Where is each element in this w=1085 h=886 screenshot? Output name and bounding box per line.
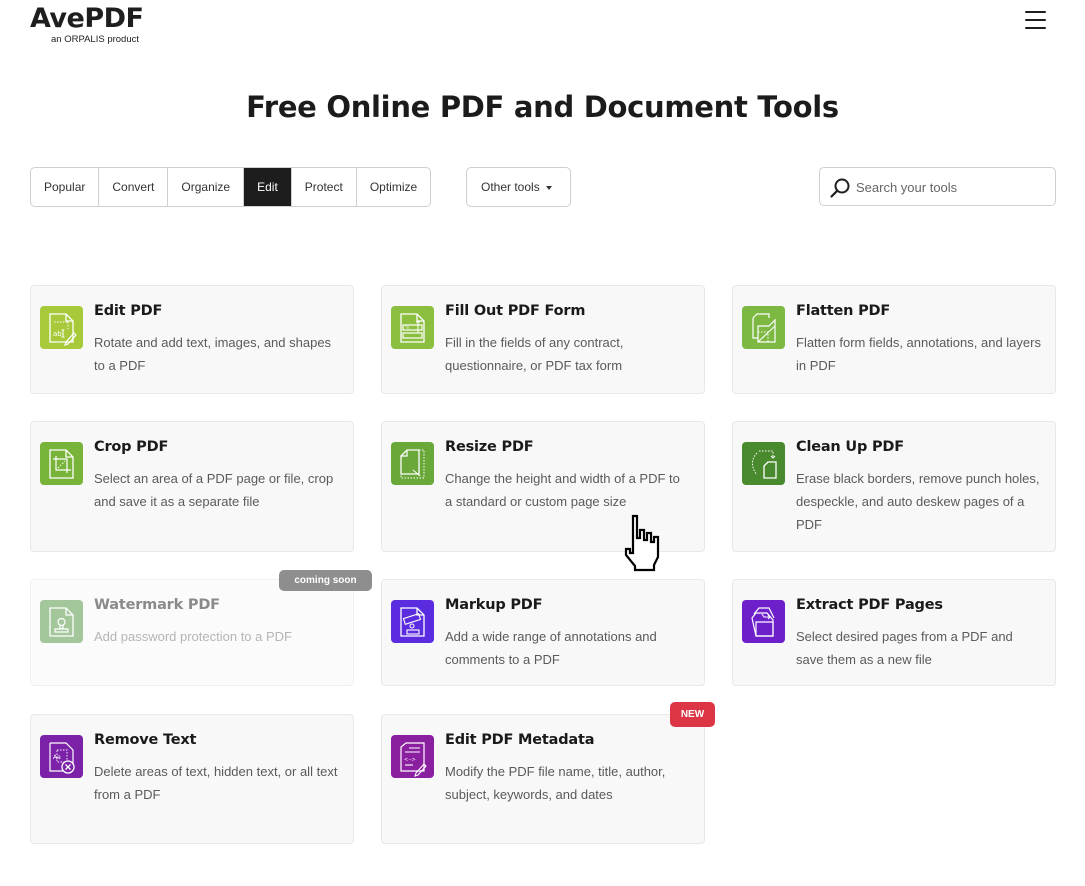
tool-card-fill-out-pdf-form[interactable]: "n Fill Out PDF Form Fill in the fields … xyxy=(381,285,705,394)
tool-description: Select desired pages from a PDF and save… xyxy=(796,629,1013,667)
tool-card-resize-pdf[interactable]: Resize PDF Change the height and width o… xyxy=(381,421,705,552)
brand-subtitle: an ORPALIS product xyxy=(51,34,140,45)
tool-description: Change the height and width of a PDF to … xyxy=(445,471,680,509)
tool-description: Add password protection to a PDF xyxy=(94,629,292,644)
tool-description: Select an area of a PDF page or file, cr… xyxy=(94,471,334,509)
tool-description: Fill in the fields of any contract, ques… xyxy=(445,335,624,373)
crop-icon xyxy=(40,442,83,485)
tool-title: Remove Text xyxy=(94,732,197,748)
tool-card-flatten-pdf[interactable]: Flatten PDF Flatten form fields, annotat… xyxy=(732,285,1056,394)
tool-title: Extract PDF Pages xyxy=(796,597,943,613)
other-tools-label: Other tools xyxy=(481,180,540,194)
tool-card-remove-text[interactable]: Aa Remove Text Delete areas of text, hid… xyxy=(30,714,354,844)
caret-down-icon xyxy=(545,185,552,190)
markup-icon xyxy=(391,600,434,643)
tool-description: Flatten form fields, annotations, and la… xyxy=(796,335,1041,373)
watermark-stamp-icon xyxy=(40,600,83,643)
tab-protect[interactable]: Protect xyxy=(292,168,357,206)
tool-title: Resize PDF xyxy=(445,439,534,455)
hamburger-menu-icon[interactable] xyxy=(1025,11,1046,29)
tool-description: Rotate and add text, images, and shapes … xyxy=(94,335,332,373)
search-box[interactable] xyxy=(819,167,1056,206)
tool-card-crop-pdf[interactable]: Crop PDF Select an area of a PDF page or… xyxy=(30,421,354,552)
search-icon xyxy=(830,178,850,198)
metadata-icon: <·-> xyxy=(391,735,434,778)
svg-text:ab: ab xyxy=(53,330,62,338)
tool-description: Delete areas of text, hidden text, or al… xyxy=(94,764,338,802)
tool-card-watermark-pdf: Watermark PDF Add password protection to… xyxy=(30,579,354,686)
new-badge: NEW xyxy=(670,702,715,727)
resize-icon xyxy=(391,442,434,485)
other-tools-dropdown[interactable]: Other tools xyxy=(466,167,571,207)
tool-card-extract-pdf-pages[interactable]: Extract PDF Pages Select desired pages f… xyxy=(732,579,1056,686)
tool-title: Edit PDF Metadata xyxy=(445,732,595,748)
tool-card-edit-pdf-metadata[interactable]: <·-> Edit PDF Metadata Modify the PDF fi… xyxy=(381,714,705,844)
tool-title: Clean Up PDF xyxy=(796,439,904,455)
tool-title: Flatten PDF xyxy=(796,303,891,319)
clean-up-icon xyxy=(742,442,785,485)
tool-card-clean-up-pdf[interactable]: Clean Up PDF Erase black borders, remove… xyxy=(732,421,1056,552)
tool-description: Erase black borders, remove punch holes,… xyxy=(796,471,1040,532)
avepdf-logo[interactable]: AvePDF an ORPALIS product xyxy=(30,3,144,46)
tool-title: Crop PDF xyxy=(94,439,169,455)
edit-pdf-icon: ab xyxy=(40,306,83,349)
tab-organize[interactable]: Organize xyxy=(168,168,245,206)
svg-text:Aa: Aa xyxy=(53,754,61,761)
tool-title: Watermark PDF xyxy=(94,597,220,613)
remove-text-icon: Aa xyxy=(40,735,83,778)
tool-title: Markup PDF xyxy=(445,597,543,613)
tab-convert[interactable]: Convert xyxy=(99,168,169,206)
category-tabs: Popular Convert Organize Edit Protect Op… xyxy=(30,167,432,207)
tool-card-edit-pdf[interactable]: ab Edit PDF Rotate and add text, images,… xyxy=(30,285,354,394)
coming-soon-badge: coming soon xyxy=(279,570,372,591)
tool-description: Add a wide range of annotations and comm… xyxy=(445,629,657,667)
tab-popular[interactable]: Popular xyxy=(31,168,100,206)
tool-card-markup-pdf[interactable]: Markup PDF Add a wide range of annotatio… xyxy=(381,579,705,686)
svg-text:<·->: <·-> xyxy=(404,757,416,763)
flatten-icon xyxy=(742,306,785,349)
extract-pages-icon xyxy=(742,600,785,643)
page-title: Free Online PDF and Document Tools xyxy=(246,90,839,124)
tool-title: Edit PDF xyxy=(94,303,163,319)
tool-title: Fill Out PDF Form xyxy=(445,303,586,319)
svg-text:"n: "n xyxy=(405,325,410,330)
brand-name: AvePDF xyxy=(30,3,144,34)
tool-description: Modify the PDF file name, title, author,… xyxy=(445,764,666,802)
fill-form-icon: "n xyxy=(391,306,434,349)
search-input[interactable] xyxy=(856,176,1046,198)
tab-edit[interactable]: Edit xyxy=(244,168,292,206)
tab-optimize[interactable]: Optimize xyxy=(357,168,430,206)
